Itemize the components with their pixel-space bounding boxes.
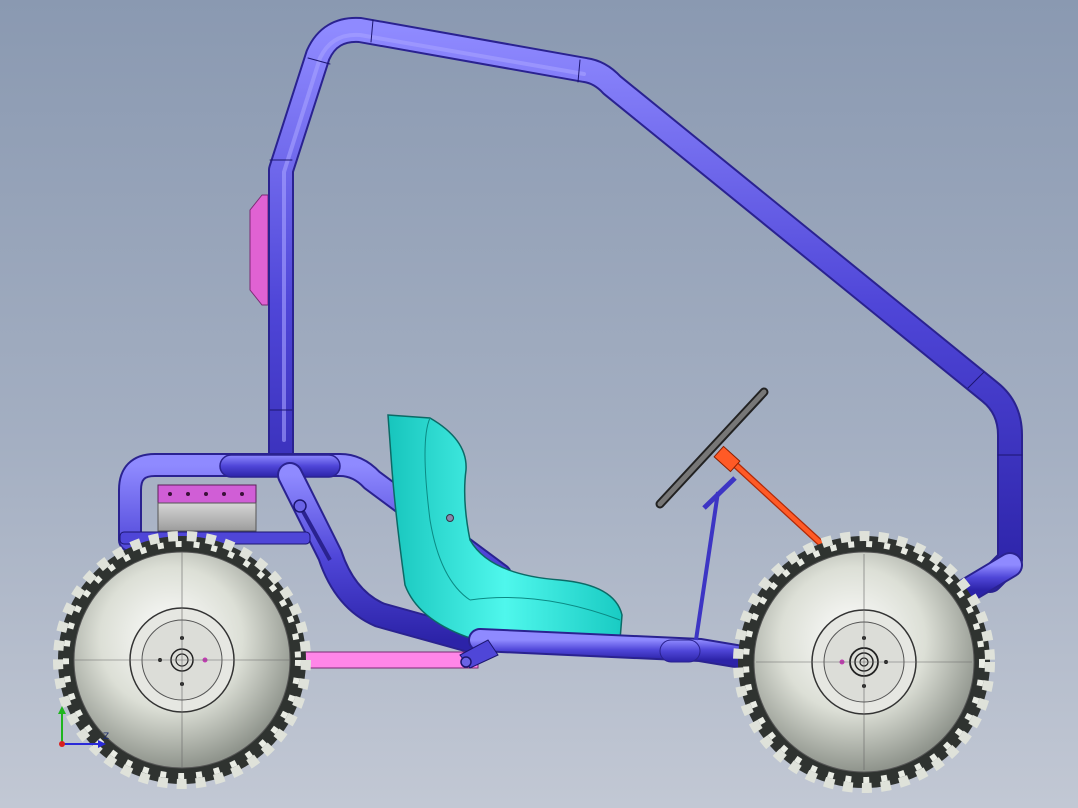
- trailing-arm[interactable]: [299, 651, 479, 669]
- front-wheel[interactable]: [733, 531, 995, 793]
- x-axis-icon: [59, 741, 65, 747]
- pedal-upright[interactable]: [694, 476, 737, 641]
- floor-rail[interactable]: [468, 628, 772, 672]
- z-axis-label: Z: [103, 732, 109, 742]
- bucket-seat-icon[interactable]: [387, 414, 623, 641]
- steering-column[interactable]: [713, 445, 830, 552]
- buggy-model[interactable]: Z: [0, 0, 1078, 808]
- cad-viewport[interactable]: Z: [0, 0, 1078, 808]
- rear-panel[interactable]: [249, 194, 269, 306]
- rear-wheel[interactable]: [53, 531, 311, 789]
- front-lower-tube[interactable]: [955, 552, 1023, 603]
- battery-box[interactable]: [157, 484, 257, 532]
- steering-wheel-icon[interactable]: [655, 387, 769, 509]
